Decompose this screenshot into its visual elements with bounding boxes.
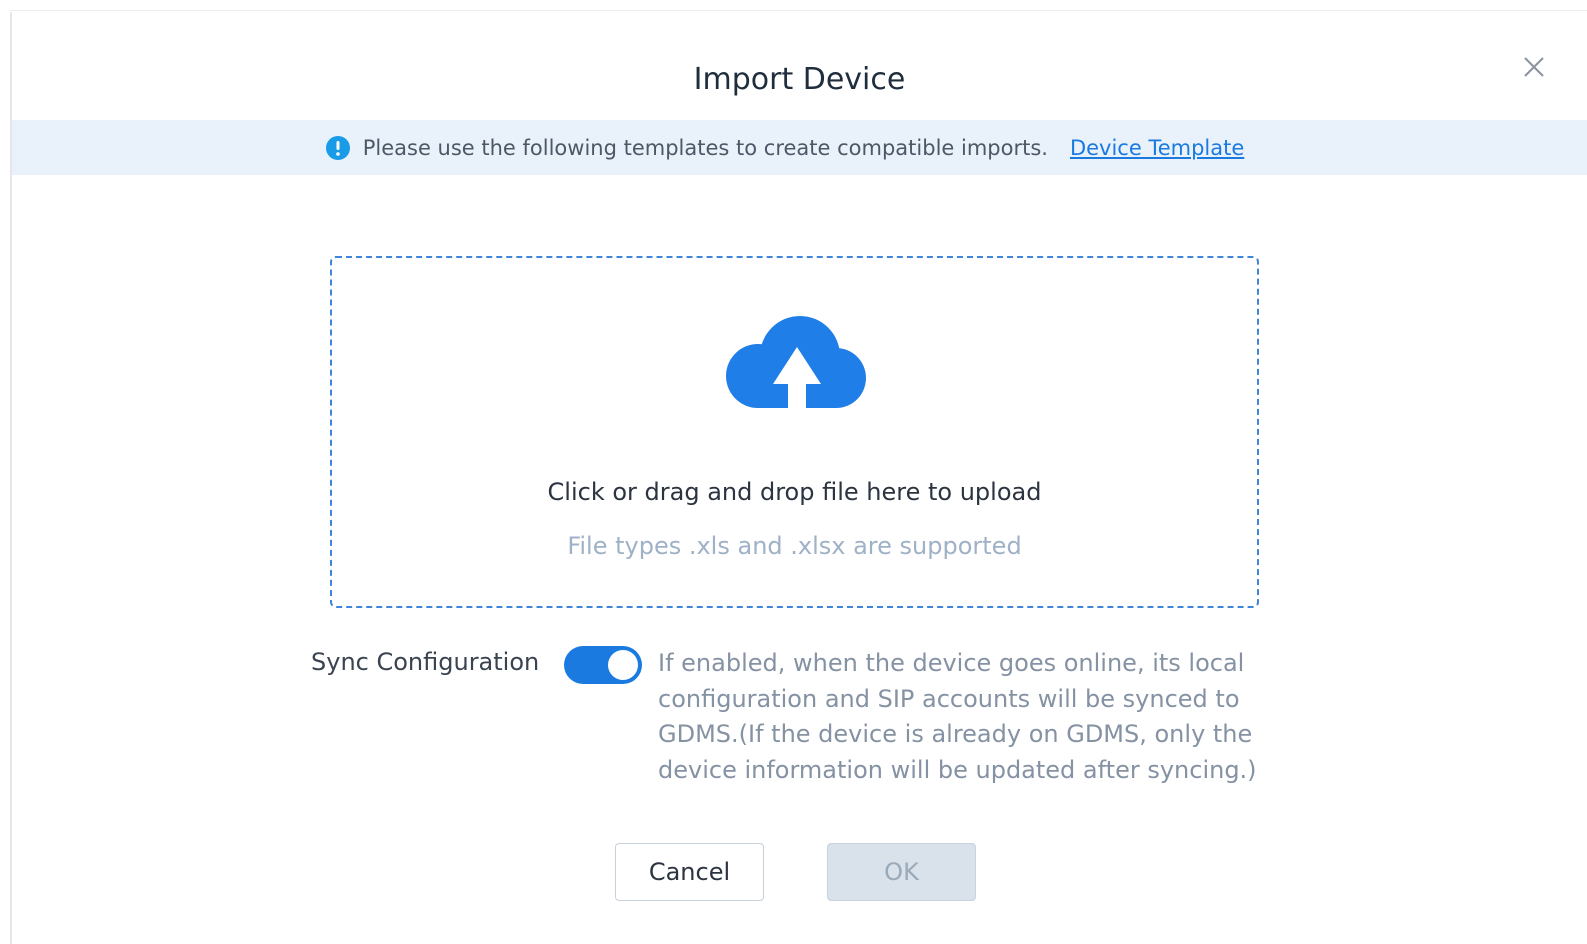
file-upload-dropzone[interactable]: Click or drag and drop file here to uplo…: [330, 256, 1259, 608]
ok-button[interactable]: OK: [827, 843, 976, 901]
template-notice: Please use the following templates to cr…: [12, 120, 1587, 175]
cancel-button[interactable]: Cancel: [615, 843, 764, 901]
top-edge: [10, 10, 1587, 11]
sync-configuration-label: Sync Configuration: [311, 648, 540, 676]
close-button[interactable]: [1519, 52, 1549, 82]
info-icon: [325, 135, 351, 161]
sync-configuration-toggle[interactable]: [564, 646, 642, 684]
notice-text: Please use the following templates to cr…: [362, 135, 1048, 160]
device-template-link[interactable]: Device Template: [1070, 136, 1244, 160]
toggle-knob: [608, 650, 638, 680]
upload-instruction: Click or drag and drop file here to uplo…: [547, 478, 1042, 506]
supported-file-types: File types .xls and .xlsx are supported: [567, 532, 1022, 560]
import-device-dialog: Import Device Please use the following t…: [12, 12, 1587, 944]
page: Import Device Please use the following t…: [0, 0, 1587, 944]
cloud-upload-icon: [724, 314, 870, 414]
close-icon: [1519, 52, 1549, 82]
sync-configuration-description: If enabled, when the device goes online,…: [658, 649, 1257, 784]
dialog-title: Import Device: [693, 62, 906, 97]
